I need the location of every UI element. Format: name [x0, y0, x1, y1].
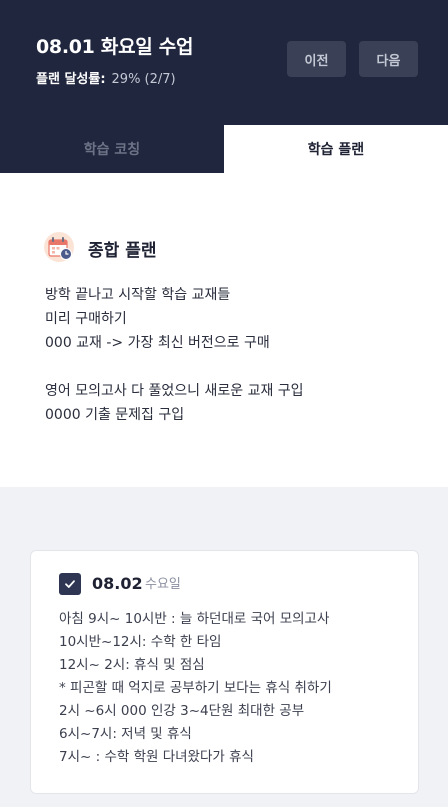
plan-note-line	[45, 355, 425, 379]
plan-achievement-rate: 플랜 달성률: 29% (2/7)	[36, 68, 176, 87]
schedule-line: 10시반~12시: 수학 한 타임	[59, 634, 222, 650]
top-header: 08.01 화요일 수업 플랜 달성률: 29% (2/7) 이전 다음	[0, 0, 448, 125]
prev-button[interactable]: 이전	[287, 41, 346, 77]
schedule-line: 7시~ : 수학 학원 다녀왔다가 휴식	[59, 749, 254, 765]
day-plan-card[interactable]: 08.02 수요일 아침 9시~ 10시반 : 늘 하던대로 국어 모의고사 1…	[30, 550, 419, 794]
schedule-line: * 피곤할 때 억지로 공부하기 보다는 휴식 취하기	[59, 680, 332, 696]
schedule-line: 2시 ~6시 000 인강 3~4단원 최대한 공부	[59, 703, 305, 719]
tab-bar: 학습 코칭 학습 플랜	[0, 125, 448, 173]
plan-note: 방학 끝나고 시작할 학습 교재들 미리 구매하기 000 교재 -> 가장 최…	[45, 283, 425, 427]
completion-checkbox[interactable]	[59, 573, 81, 595]
day-date: 08.02	[92, 574, 143, 593]
schedule-line: 6시~7시: 저녁 및 휴식	[59, 726, 192, 742]
day-weekday: 수요일	[145, 577, 181, 592]
plan-note-line: 미리 구매하기	[45, 311, 127, 327]
daily-plans-section: 08.02 수요일 아침 9시~ 10시반 : 늘 하던대로 국어 모의고사 1…	[0, 487, 448, 807]
rate-value: 29% (2/7)	[111, 72, 176, 87]
next-button[interactable]: 다음	[359, 41, 418, 77]
plan-note-line: 방학 끝나고 시작할 학습 교재들	[45, 287, 231, 303]
overall-plan-section: 종합 플랜 방학 끝나고 시작할 학습 교재들 미리 구매하기 000 교재 -…	[0, 173, 448, 487]
plan-note-line: 000 교재 -> 가장 최신 버전으로 구매	[45, 335, 270, 351]
plan-note-line: 0000 기출 문제집 구입	[45, 407, 185, 423]
plan-title: 종합 플랜	[88, 241, 157, 261]
page-title: 08.01 화요일 수업	[36, 36, 194, 58]
calendar-clock-icon	[44, 232, 74, 262]
schedule-line: 아침 9시~ 10시반 : 늘 하던대로 국어 모의고사	[59, 611, 330, 627]
day-schedule: 아침 9시~ 10시반 : 늘 하던대로 국어 모의고사 10시반~12시: 수…	[59, 608, 409, 769]
schedule-line: 12시~ 2시: 휴식 및 점심	[59, 657, 205, 673]
tab-study-coaching[interactable]: 학습 코칭	[0, 125, 224, 173]
tab-study-plan[interactable]: 학습 플랜	[224, 125, 448, 173]
check-icon	[65, 580, 75, 588]
rate-label: 플랜 달성률:	[36, 72, 106, 87]
plan-note-line: 영어 모의고사 다 풀었으니 새로운 교재 구입	[45, 383, 304, 399]
